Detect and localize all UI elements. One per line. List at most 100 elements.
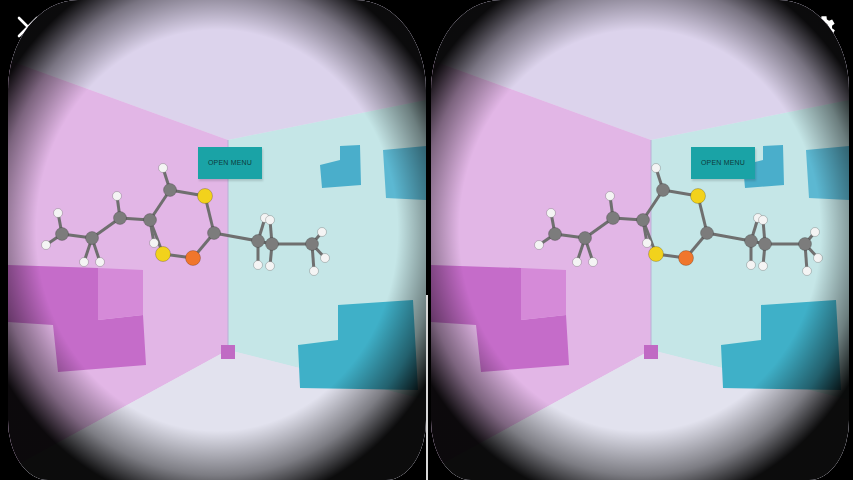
atom-ball	[652, 164, 661, 173]
atom	[607, 212, 620, 225]
atom	[254, 261, 263, 270]
left-eye-view: OPEN MENU	[8, 0, 426, 480]
atom	[150, 239, 159, 248]
atom	[759, 216, 768, 225]
atom-ball	[266, 238, 279, 251]
atom-ball	[254, 261, 263, 270]
atom-ball	[164, 184, 177, 197]
atom-ball	[266, 262, 275, 271]
atom-ball	[208, 227, 221, 240]
atom	[164, 184, 177, 197]
atom	[814, 254, 823, 263]
atom-ball	[811, 228, 820, 237]
atom	[643, 239, 652, 248]
atom	[745, 235, 758, 248]
atom	[799, 238, 812, 251]
atom	[156, 247, 171, 262]
atom-ball	[114, 212, 127, 225]
atom-ball	[649, 247, 664, 262]
atom	[144, 214, 157, 227]
atom	[113, 192, 122, 201]
atom	[42, 241, 51, 250]
atom-ball	[657, 184, 670, 197]
atom-ball	[321, 254, 330, 263]
atom-ball	[679, 251, 694, 266]
atom-ball	[799, 238, 812, 251]
atom	[759, 238, 772, 251]
atom-ball	[547, 209, 556, 218]
atom	[318, 228, 327, 237]
atom-ball	[310, 267, 319, 276]
atom	[652, 164, 661, 173]
atom-ball	[56, 228, 69, 241]
atom-ball	[306, 238, 319, 251]
atom	[701, 227, 714, 240]
atom	[56, 228, 69, 241]
atom	[547, 209, 556, 218]
atom-ball	[42, 241, 51, 250]
molecule[interactable]	[42, 164, 330, 276]
vr-viewer: OPEN MENU OPEN MENU	[0, 0, 853, 480]
atom	[186, 251, 201, 266]
atom-ball	[643, 239, 652, 248]
atom	[573, 258, 582, 267]
room-scene	[431, 0, 849, 480]
atom	[114, 212, 127, 225]
atom-ball	[814, 254, 823, 263]
atom-ball	[579, 232, 592, 245]
atom	[266, 238, 279, 251]
atom-ball	[113, 192, 122, 201]
room-scene	[8, 0, 426, 480]
atom-ball	[266, 216, 275, 225]
atom-ball	[745, 235, 758, 248]
atom-ball	[589, 258, 598, 267]
atom-ball	[535, 241, 544, 250]
atom	[321, 254, 330, 263]
atom-ball	[186, 251, 201, 266]
atom-ball	[159, 164, 168, 173]
atom-ball	[54, 209, 63, 218]
atom	[54, 209, 63, 218]
atom	[606, 192, 615, 201]
atom	[549, 228, 562, 241]
atom-ball	[144, 214, 157, 227]
atom	[759, 262, 768, 271]
atom	[86, 232, 99, 245]
atom	[637, 214, 650, 227]
atom	[306, 238, 319, 251]
atom-ball	[606, 192, 615, 201]
atom	[266, 216, 275, 225]
atom-ball	[150, 239, 159, 248]
right-eye-view: OPEN MENU	[431, 0, 849, 480]
atom-ball	[252, 235, 265, 248]
atom	[649, 247, 664, 262]
atom-ball	[156, 247, 171, 262]
atom-ball	[96, 258, 105, 267]
atom-ball	[318, 228, 327, 237]
atom-ball	[701, 227, 714, 240]
atom-ball	[198, 189, 213, 204]
atom-ball	[691, 189, 706, 204]
atom	[589, 258, 598, 267]
atom-ball	[759, 262, 768, 271]
atom	[657, 184, 670, 197]
lens-vignette	[431, 0, 849, 480]
atom	[310, 267, 319, 276]
atom-ball	[86, 232, 99, 245]
atom-ball	[759, 216, 768, 225]
open-menu-button[interactable]: OPEN MENU	[691, 147, 755, 179]
molecule[interactable]	[535, 164, 823, 276]
atom	[579, 232, 592, 245]
open-menu-button[interactable]: OPEN MENU	[198, 147, 262, 179]
atom	[252, 235, 265, 248]
atom-ball	[549, 228, 562, 241]
atom	[266, 262, 275, 271]
atom	[691, 189, 706, 204]
atom	[811, 228, 820, 237]
atom	[535, 241, 544, 250]
atom	[679, 251, 694, 266]
atom	[80, 258, 89, 267]
atom	[96, 258, 105, 267]
atom-ball	[803, 267, 812, 276]
atom-ball	[80, 258, 89, 267]
